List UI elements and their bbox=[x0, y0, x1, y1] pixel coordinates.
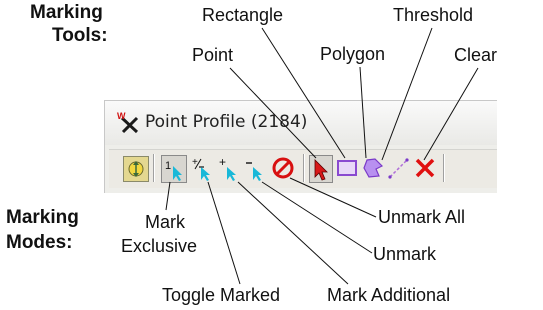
mark-exclusive-leader bbox=[165, 181, 171, 211]
unmark-all-leader bbox=[289, 177, 377, 218]
toggle-marked-leader bbox=[207, 181, 241, 285]
point-leader bbox=[229, 67, 317, 159]
callout-leader-lines bbox=[165, 27, 479, 285]
polygon-leader bbox=[359, 66, 367, 159]
rectangle-leader bbox=[261, 27, 346, 159]
clear-leader bbox=[423, 67, 479, 161]
threshold-leader bbox=[381, 27, 433, 161]
unmark-leader bbox=[261, 181, 373, 254]
